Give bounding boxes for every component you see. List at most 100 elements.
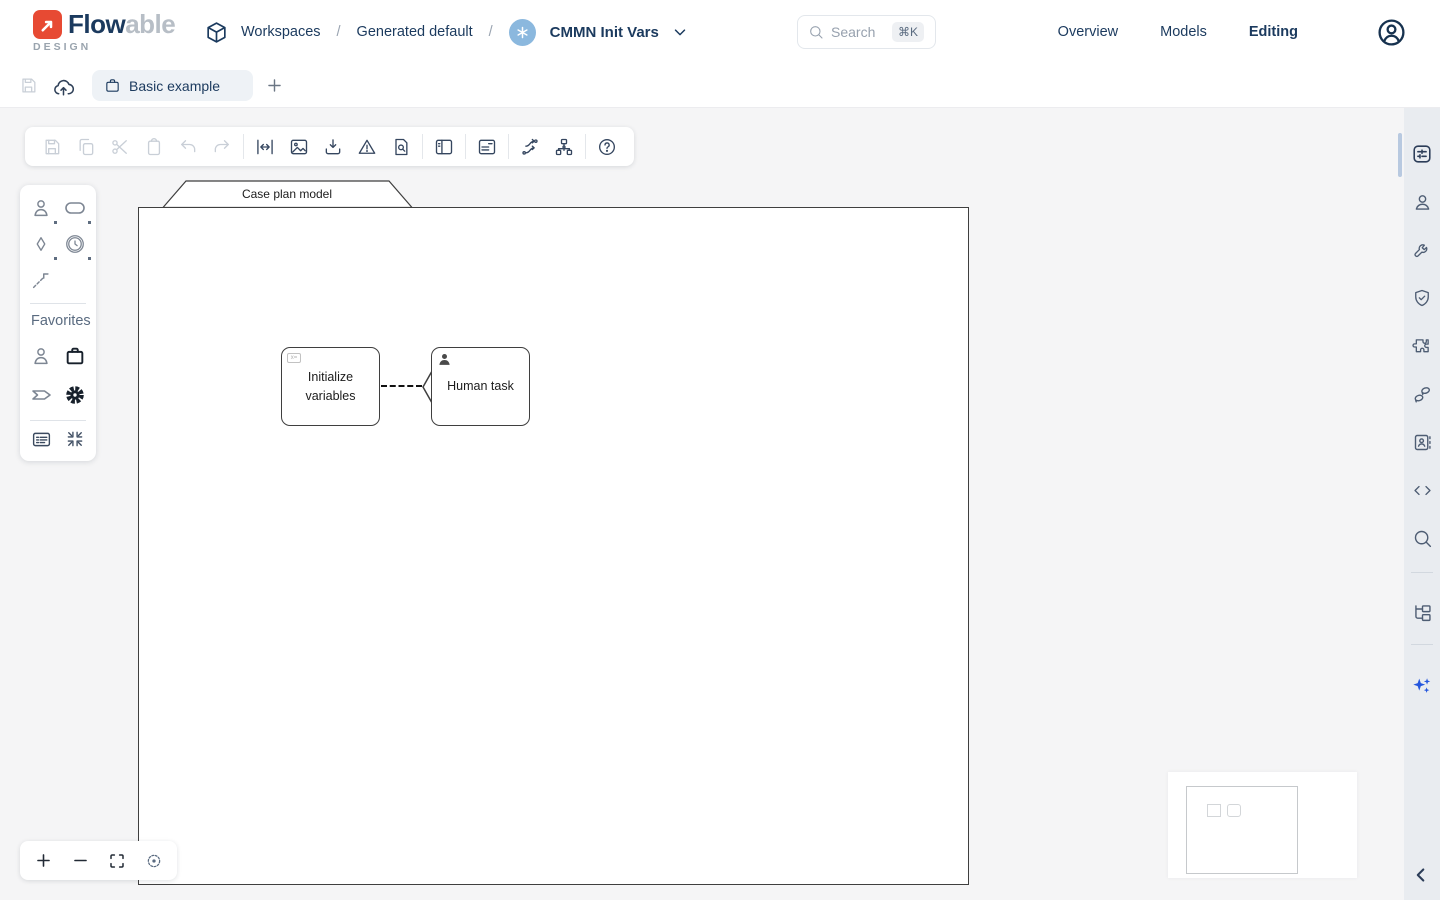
form-icon[interactable]	[470, 127, 504, 166]
search-input[interactable]	[831, 24, 885, 40]
person-icon	[438, 353, 451, 366]
favorites-label: Favorites	[31, 313, 91, 329]
case-plan-body[interactable]	[138, 207, 969, 885]
chevron-down-icon[interactable]	[671, 23, 689, 41]
search-shortcut-badge: ⌘K	[892, 22, 924, 42]
tab-basic-example[interactable]: Basic example	[92, 70, 253, 101]
download-icon[interactable]	[316, 127, 350, 166]
toolbar-separator	[585, 134, 586, 159]
save-icon[interactable]	[35, 127, 69, 166]
brand-wordmark: Flowable	[68, 9, 175, 40]
initialize-variables-badge: x=	[287, 353, 301, 363]
flow-transitions-icon[interactable]	[513, 127, 547, 166]
fit-screen-icon[interactable]	[106, 841, 128, 880]
add-tab-button[interactable]	[265, 76, 284, 95]
user-icon[interactable]	[1411, 191, 1433, 213]
help-icon[interactable]	[590, 127, 624, 166]
task-initialize-variables[interactable]: x= Initialize variables	[281, 347, 380, 426]
sidebar-divider	[1411, 572, 1433, 573]
flowable-logo-icon	[33, 10, 62, 39]
task-icon[interactable]	[62, 195, 88, 221]
form-reference-icon[interactable]	[28, 426, 54, 452]
toolbar-separator	[508, 134, 509, 159]
flowable-logo: Flowable DESIGN	[33, 9, 175, 53]
connector-icon[interactable]	[28, 267, 54, 293]
toolbar-separator	[243, 134, 244, 159]
tools-icon[interactable]	[1411, 239, 1433, 261]
timer-icon[interactable]	[62, 231, 88, 257]
zoom-in-icon[interactable]	[32, 841, 54, 880]
validation-warning-icon[interactable]	[350, 127, 384, 166]
document-tab-bar: Basic example	[0, 64, 1440, 108]
model-tree-icon[interactable]	[1411, 601, 1433, 623]
tab-label: Basic example	[129, 78, 220, 94]
ai-sparkles-icon[interactable]	[1411, 675, 1433, 697]
image-export-icon[interactable]	[282, 127, 316, 166]
breadcrumb-workspaces[interactable]: Workspaces	[241, 24, 321, 40]
nav-editing[interactable]: Editing	[1249, 24, 1298, 40]
minimap-case-plan	[1186, 786, 1298, 874]
human-task-icon[interactable]	[28, 195, 54, 221]
breadcrumb-workspace-name[interactable]: Generated default	[357, 24, 473, 40]
copy-icon[interactable]	[69, 127, 103, 166]
minimap-node	[1207, 804, 1221, 817]
toolbar-separator	[422, 134, 423, 159]
chevron-left-icon[interactable]	[1410, 864, 1432, 886]
undo-icon[interactable]	[171, 127, 205, 166]
cube-icon	[204, 20, 229, 45]
shape-palette: Favorites	[20, 185, 96, 461]
redo-icon[interactable]	[205, 127, 239, 166]
extensions-icon[interactable]	[1411, 335, 1433, 357]
save-icon	[19, 76, 38, 95]
task-human[interactable]: Human task	[431, 347, 530, 426]
properties-panel-icon[interactable]	[1411, 143, 1433, 165]
cloud-upload-icon[interactable]	[52, 76, 75, 99]
collapse-icon[interactable]	[62, 426, 88, 452]
top-navigation: Overview Models Editing	[1058, 0, 1407, 64]
milestone-icon[interactable]	[28, 382, 54, 408]
nav-overview[interactable]: Overview	[1058, 24, 1118, 40]
human-task-icon[interactable]	[28, 343, 54, 369]
breadcrumb-separator: /	[333, 24, 345, 40]
search-icon[interactable]	[1411, 527, 1433, 549]
code-icon[interactable]	[1411, 479, 1433, 501]
sidebar-divider	[1411, 644, 1433, 645]
panel-layout-icon[interactable]	[427, 127, 461, 166]
nav-models[interactable]: Models	[1160, 24, 1207, 40]
toolbar-separator	[465, 134, 466, 159]
dashed-connector[interactable]	[381, 385, 422, 387]
case-plan-label: Case plan model	[163, 187, 411, 201]
zoom-out-icon[interactable]	[69, 841, 91, 880]
search-box[interactable]: ⌘K	[797, 15, 936, 49]
case-plan-model[interactable]: Case plan model x= Initialize variables …	[138, 180, 969, 886]
service-task-icon[interactable]	[62, 382, 88, 408]
palette-divider	[30, 420, 86, 421]
fit-width-icon[interactable]	[248, 127, 282, 166]
center-target-icon[interactable]	[143, 841, 165, 880]
contact-card-icon[interactable]	[1411, 431, 1433, 453]
diagram-canvas[interactable]: Favorites Case plan model x= Initialize	[0, 108, 1404, 900]
minimap[interactable]	[1168, 772, 1357, 878]
zoom-controls	[20, 841, 177, 880]
security-icon[interactable]	[1411, 287, 1433, 309]
org-chart-icon[interactable]	[547, 127, 581, 166]
task-label: Human task	[447, 377, 514, 395]
minimap-node	[1227, 804, 1241, 817]
sentry-icon[interactable]	[28, 231, 54, 257]
right-sidebar	[1404, 108, 1440, 900]
steps-icon[interactable]	[1411, 383, 1433, 405]
paste-icon[interactable]	[137, 127, 171, 166]
model-name[interactable]: CMMN Init Vars	[550, 24, 659, 41]
app-header: Flowable DESIGN Workspaces / Generated d…	[0, 0, 1440, 64]
user-avatar-icon[interactable]	[1376, 17, 1407, 48]
document-preview-icon[interactable]	[384, 127, 418, 166]
task-label: Initialize variables	[294, 368, 367, 404]
editor-toolbar	[25, 127, 634, 166]
brand-subtitle: DESIGN	[33, 41, 175, 53]
cut-icon[interactable]	[103, 127, 137, 166]
search-icon	[808, 24, 824, 40]
case-task-icon[interactable]	[62, 343, 88, 369]
breadcrumb: Workspaces / Generated default / CMMN In…	[204, 0, 689, 64]
active-panel-indicator	[1398, 133, 1402, 177]
model-avatar	[509, 19, 536, 46]
